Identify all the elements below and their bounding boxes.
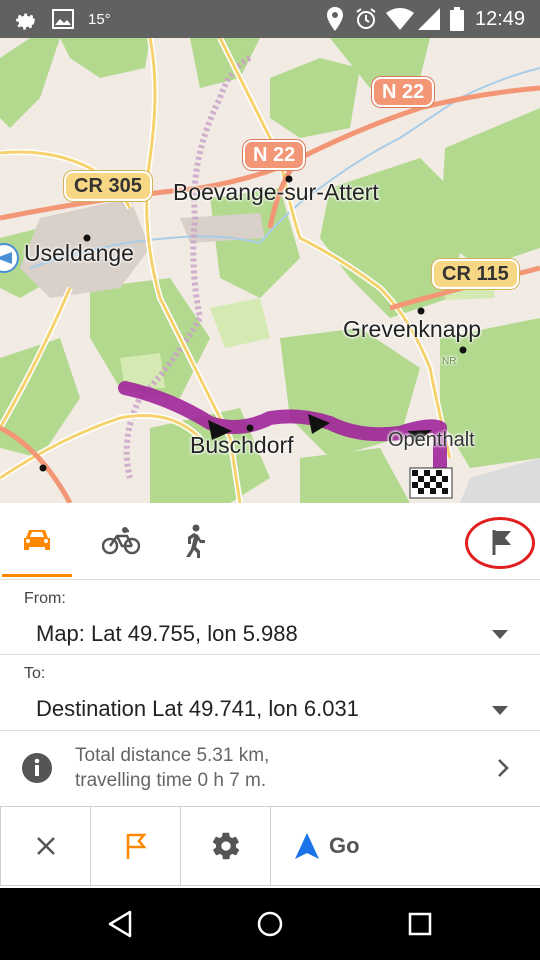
mode-pedestrian-button[interactable] — [158, 503, 232, 579]
system-nav-bar — [0, 888, 540, 960]
to-label: To: — [24, 665, 46, 682]
map-label-boevange: Boevange-sur-Attert — [173, 179, 379, 205]
from-label: From: — [24, 590, 66, 607]
route-info-row[interactable]: Total distance 5.31 km, travelling time … — [0, 730, 540, 807]
alarm-icon — [354, 0, 378, 38]
map-label-useldange: Useldange — [24, 240, 134, 266]
temperature-text: 15° — [88, 10, 111, 28]
back-button[interactable] — [80, 888, 160, 960]
settings-button[interactable] — [180, 806, 271, 886]
map-label-grevenknapp: Grevenknapp — [343, 316, 482, 342]
info-icon — [22, 753, 52, 783]
battery-icon — [450, 0, 464, 38]
back-triangle-icon — [108, 910, 132, 938]
road-badge-n22: N 22 — [243, 140, 306, 170]
transport-mode-bar — [0, 503, 540, 580]
road-badge-cr115: CR 115 — [432, 259, 519, 289]
clock-text: 12:49 — [475, 7, 526, 30]
signal-icon — [418, 0, 440, 38]
map-view[interactable]: N 22 N 22 CR 305 CR 115 Boevange-sur-Att… — [0, 38, 540, 503]
flag-outline-icon — [126, 833, 147, 859]
route-time-text: travelling time 0 h 7 m. — [75, 770, 267, 791]
home-circle-icon — [257, 911, 283, 937]
route-distance-text: Total distance 5.31 km, — [75, 745, 270, 766]
to-row[interactable]: To: Destination Lat 49.741, lon 6.031 — [0, 655, 540, 731]
to-value: Destination Lat 49.741, lon 6.031 — [36, 696, 359, 721]
to-dropdown-icon[interactable] — [492, 706, 508, 715]
pedestrian-icon — [186, 524, 205, 558]
bicycle-icon — [102, 527, 140, 555]
map-label-nr: NR — [442, 356, 457, 367]
route-summary: Total distance 5.31 km, travelling time … — [75, 743, 269, 793]
home-button[interactable] — [230, 888, 310, 960]
highlight-ring — [465, 517, 535, 569]
recents-square-icon — [408, 912, 432, 936]
mode-bicycle-button[interactable] — [84, 503, 158, 579]
navigation-arrow-icon — [295, 833, 319, 859]
map-label-openthalt: Openthalt — [388, 429, 475, 451]
car-icon — [24, 530, 50, 550]
close-icon — [36, 837, 55, 855]
recents-button[interactable] — [380, 888, 460, 960]
go-button[interactable]: Go — [270, 806, 540, 886]
destination-flag-button[interactable] — [465, 517, 535, 569]
action-bar: Go — [0, 806, 540, 888]
image-icon — [52, 0, 74, 38]
from-dropdown-icon[interactable] — [492, 630, 508, 639]
road-badge-n22: N 22 — [372, 77, 435, 107]
from-row[interactable]: From: Map: Lat 49.755, lon 5.988 — [0, 579, 540, 655]
chevron-right-icon — [498, 759, 509, 777]
finish-flag-marker — [409, 467, 453, 499]
gear-icon — [212, 832, 239, 860]
waypoint-flag-button[interactable] — [90, 806, 181, 886]
close-button[interactable] — [0, 806, 91, 886]
road-badge-cr305: CR 305 — [64, 171, 152, 201]
location-icon — [326, 0, 344, 38]
route-panel: From: Map: Lat 49.755, lon 5.988 To: Des… — [0, 503, 540, 888]
go-label: Go — [329, 833, 360, 858]
map-label-buschdorf: Buschdorf — [190, 432, 294, 458]
mode-car-button[interactable] — [0, 503, 74, 579]
wifi-icon — [386, 0, 414, 38]
status-bar: 15° 12:49 — [0, 0, 540, 38]
from-value: Map: Lat 49.755, lon 5.988 — [36, 621, 298, 646]
settings-gear-icon — [14, 0, 38, 38]
